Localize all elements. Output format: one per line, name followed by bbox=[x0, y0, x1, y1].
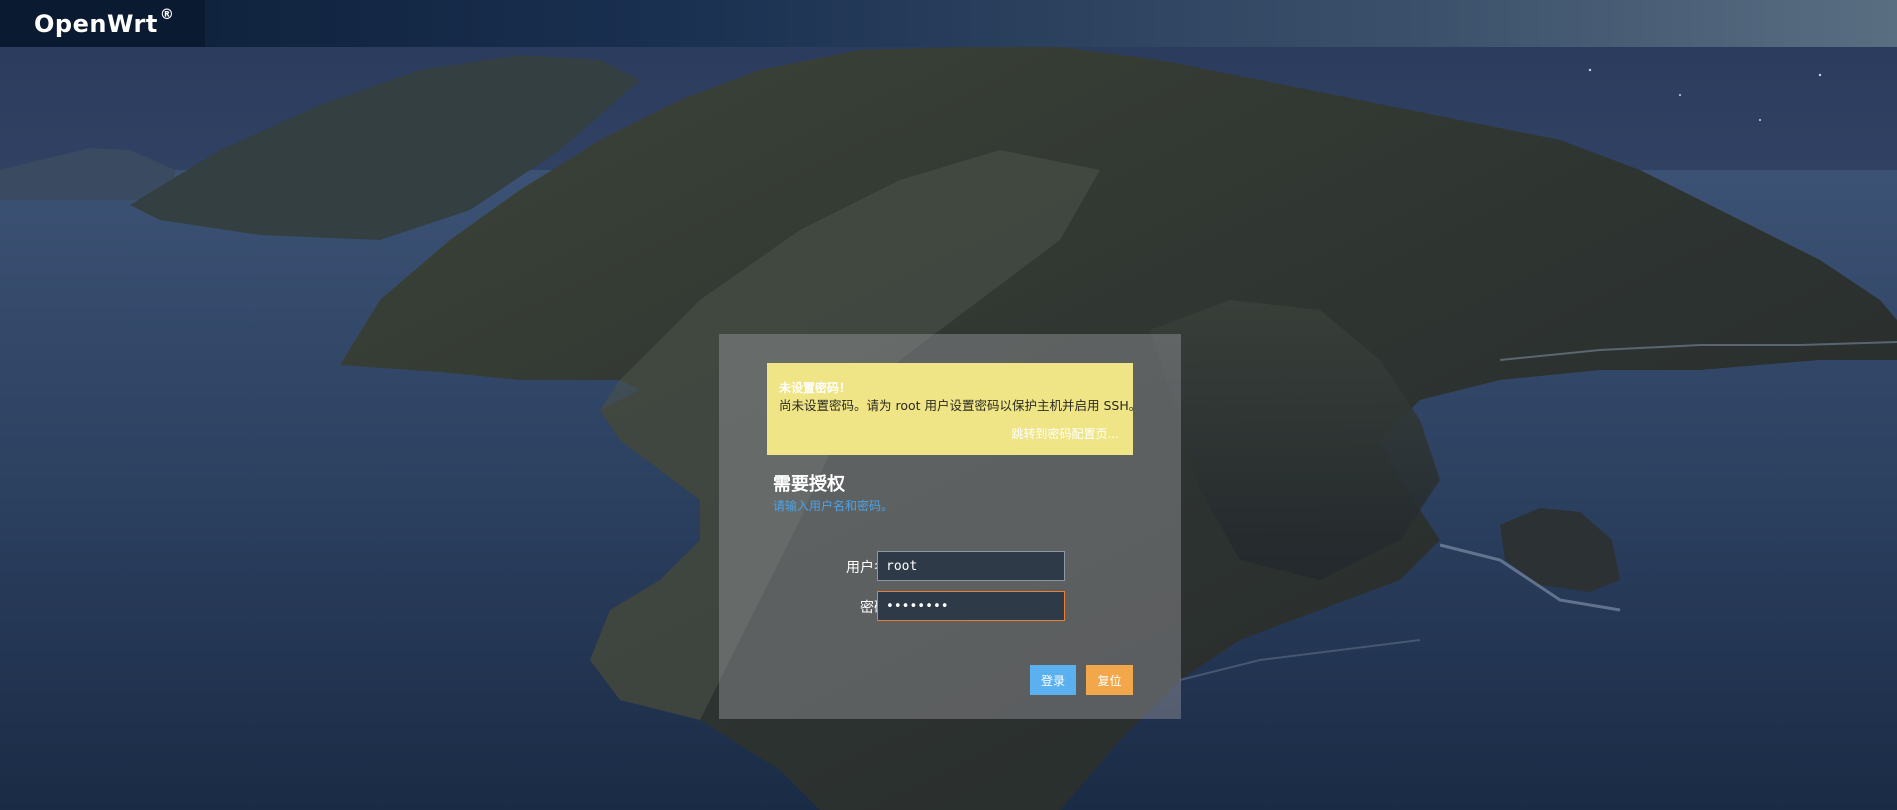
password-row: 密码 bbox=[719, 591, 1181, 621]
reset-button[interactable]: 复位 bbox=[1086, 665, 1133, 695]
username-row: 用户名 bbox=[719, 551, 1181, 581]
brand-name: OpenWrt bbox=[34, 9, 158, 38]
registered-mark: ® bbox=[159, 6, 174, 23]
login-button[interactable]: 登录 bbox=[1030, 665, 1076, 695]
auth-title: 需要授权 bbox=[773, 474, 845, 495]
password-input[interactable] bbox=[877, 591, 1065, 621]
alert-message: 尚未设置密码。请为 root 用户设置密码以保护主机并启用 SSH。 bbox=[779, 398, 1142, 413]
alert-title: 未设置密码！ bbox=[779, 381, 852, 395]
login-panel: 未设置密码！ 尚未设置密码。请为 root 用户设置密码以保护主机并启用 SSH… bbox=[719, 334, 1181, 719]
username-input[interactable] bbox=[877, 551, 1065, 581]
auth-subtitle: 请输入用户名和密码。 bbox=[773, 499, 894, 513]
no-password-alert: 未设置密码！ 尚未设置密码。请为 root 用户设置密码以保护主机并启用 SSH… bbox=[767, 363, 1142, 455]
go-to-password-config-link[interactable]: 跳转到密码配置页... bbox=[1012, 425, 1119, 442]
top-header: OpenWrt ® bbox=[0, 0, 1897, 47]
brand-logo[interactable]: OpenWrt ® bbox=[0, 0, 205, 47]
